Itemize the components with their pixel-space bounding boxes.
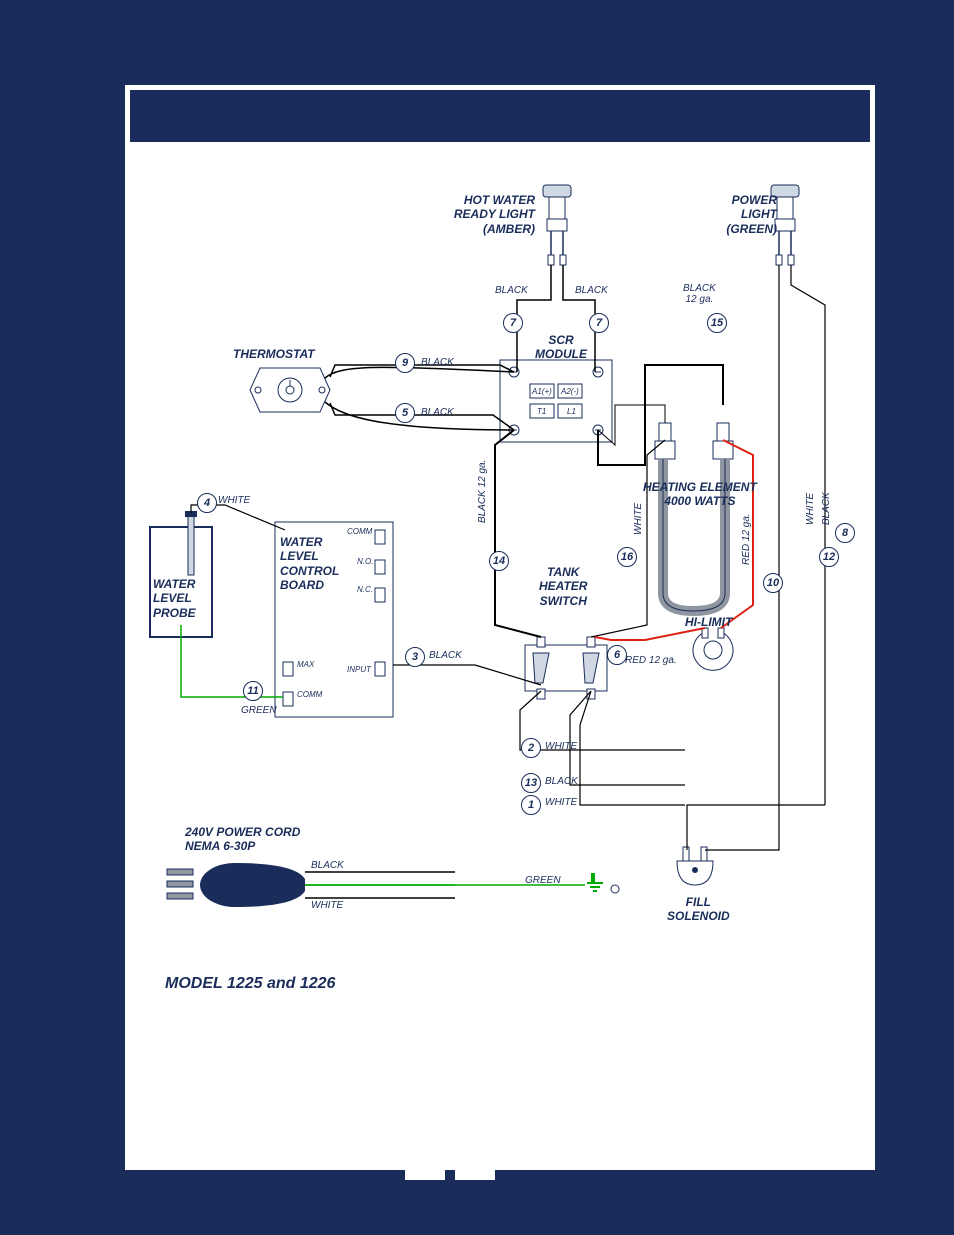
page-frame: HOT WATER READY LIGHT (AMBER) POWER LIGH… xyxy=(120,80,880,1175)
wire-black-cord: BLACK xyxy=(311,860,344,871)
wire-black-1: BLACK xyxy=(495,285,528,296)
thermostat-icon xyxy=(250,368,330,412)
hi-limit-label: HI-LIMIT xyxy=(685,615,732,629)
node-16: 16 xyxy=(617,547,637,567)
wire-black-12ga: BLACK 12 ga. xyxy=(683,283,716,305)
wire-green-1: GREEN xyxy=(241,705,277,716)
wire-white-cord: WHITE xyxy=(311,900,343,911)
node-15: 15 xyxy=(707,313,727,333)
scr-t1: T1 xyxy=(537,407,546,416)
term-nc: N.C. xyxy=(357,585,373,594)
power-plug-icon xyxy=(167,863,305,907)
water-level-board-label: WATER LEVEL CONTROL BOARD xyxy=(280,535,339,593)
wire-black-5: BLACK xyxy=(429,650,462,661)
tank-heater-switch-label: TANK HEATER SWITCH xyxy=(539,565,587,608)
term-max: MAX xyxy=(297,660,314,669)
wire-red-12ga-2: RED 12 ga. xyxy=(625,655,677,666)
term-no: N.O. xyxy=(357,557,373,566)
node-9: 9 xyxy=(395,353,415,373)
node-12: 12 xyxy=(819,547,839,567)
node-7b: 7 xyxy=(589,313,609,333)
hot-water-light-icon xyxy=(543,185,571,265)
wire-black-12ga-vert: BLACK 12 ga. xyxy=(477,460,488,523)
wire-white-vert-2: WHITE xyxy=(805,493,816,525)
wire-red-12ga-vert: RED 12 ga. xyxy=(741,513,752,565)
wire-black-vert-1: BLACK xyxy=(821,492,832,525)
wire-green-cord: GREEN xyxy=(525,875,561,886)
tank-heater-switch-icon xyxy=(525,637,607,699)
wire-white-1: WHITE xyxy=(545,797,577,808)
page-tab-right xyxy=(455,1160,495,1180)
scr-module-icon xyxy=(500,360,612,442)
node-2: 2 xyxy=(521,738,541,758)
hi-limit-icon xyxy=(693,628,733,670)
fill-solenoid-icon xyxy=(677,847,713,885)
page-tab-left xyxy=(405,1160,445,1180)
term-comm2: COMM xyxy=(297,690,322,699)
node-10: 10 xyxy=(763,573,783,593)
term-comm: COMM xyxy=(347,527,372,536)
node-13: 13 xyxy=(521,773,541,793)
node-11: 11 xyxy=(243,681,263,701)
node-3: 3 xyxy=(405,647,425,667)
node-7a: 7 xyxy=(503,313,523,333)
wire-black-2: BLACK xyxy=(575,285,608,296)
hot-water-light-label: HOT WATER READY LIGHT (AMBER) xyxy=(445,193,535,236)
wiring-diagram xyxy=(125,85,885,1180)
node-4: 4 xyxy=(197,493,217,513)
node-5: 5 xyxy=(395,403,415,423)
wire-white-2: WHITE xyxy=(545,741,577,752)
fill-solenoid-label: FILL SOLENOID xyxy=(667,895,730,924)
node-6: 6 xyxy=(607,645,627,665)
wire-black-4: BLACK xyxy=(421,407,454,418)
scr-a2: A2(-) xyxy=(561,387,579,396)
wire-white-vert-1: WHITE xyxy=(633,503,644,535)
wire-black-13: BLACK xyxy=(545,776,578,787)
node-8: 8 xyxy=(835,523,855,543)
power-cord-label: 240V POWER CORD NEMA 6-30P xyxy=(185,825,300,854)
scr-module-label: SCR MODULE xyxy=(535,333,587,362)
node-14: 14 xyxy=(489,551,509,571)
scr-l1: L1 xyxy=(567,407,576,416)
power-light-label: POWER LIGHT (GREEN) xyxy=(721,193,777,236)
thermostat-label: THERMOSTAT xyxy=(233,347,315,361)
water-level-probe-label: WATER LEVEL PROBE xyxy=(153,577,196,620)
wire-black-3: BLACK xyxy=(421,357,454,368)
scr-a1: A1(+) xyxy=(532,387,552,396)
heating-element-icon xyxy=(655,423,733,611)
model-caption: MODEL 1225 and 1226 xyxy=(165,975,335,993)
wire-white-4: WHITE xyxy=(218,495,250,506)
node-1: 1 xyxy=(521,795,541,815)
heating-element-label: HEATING ELEMENT 4000 WATTS xyxy=(643,480,757,509)
term-input: INPUT xyxy=(347,665,371,674)
